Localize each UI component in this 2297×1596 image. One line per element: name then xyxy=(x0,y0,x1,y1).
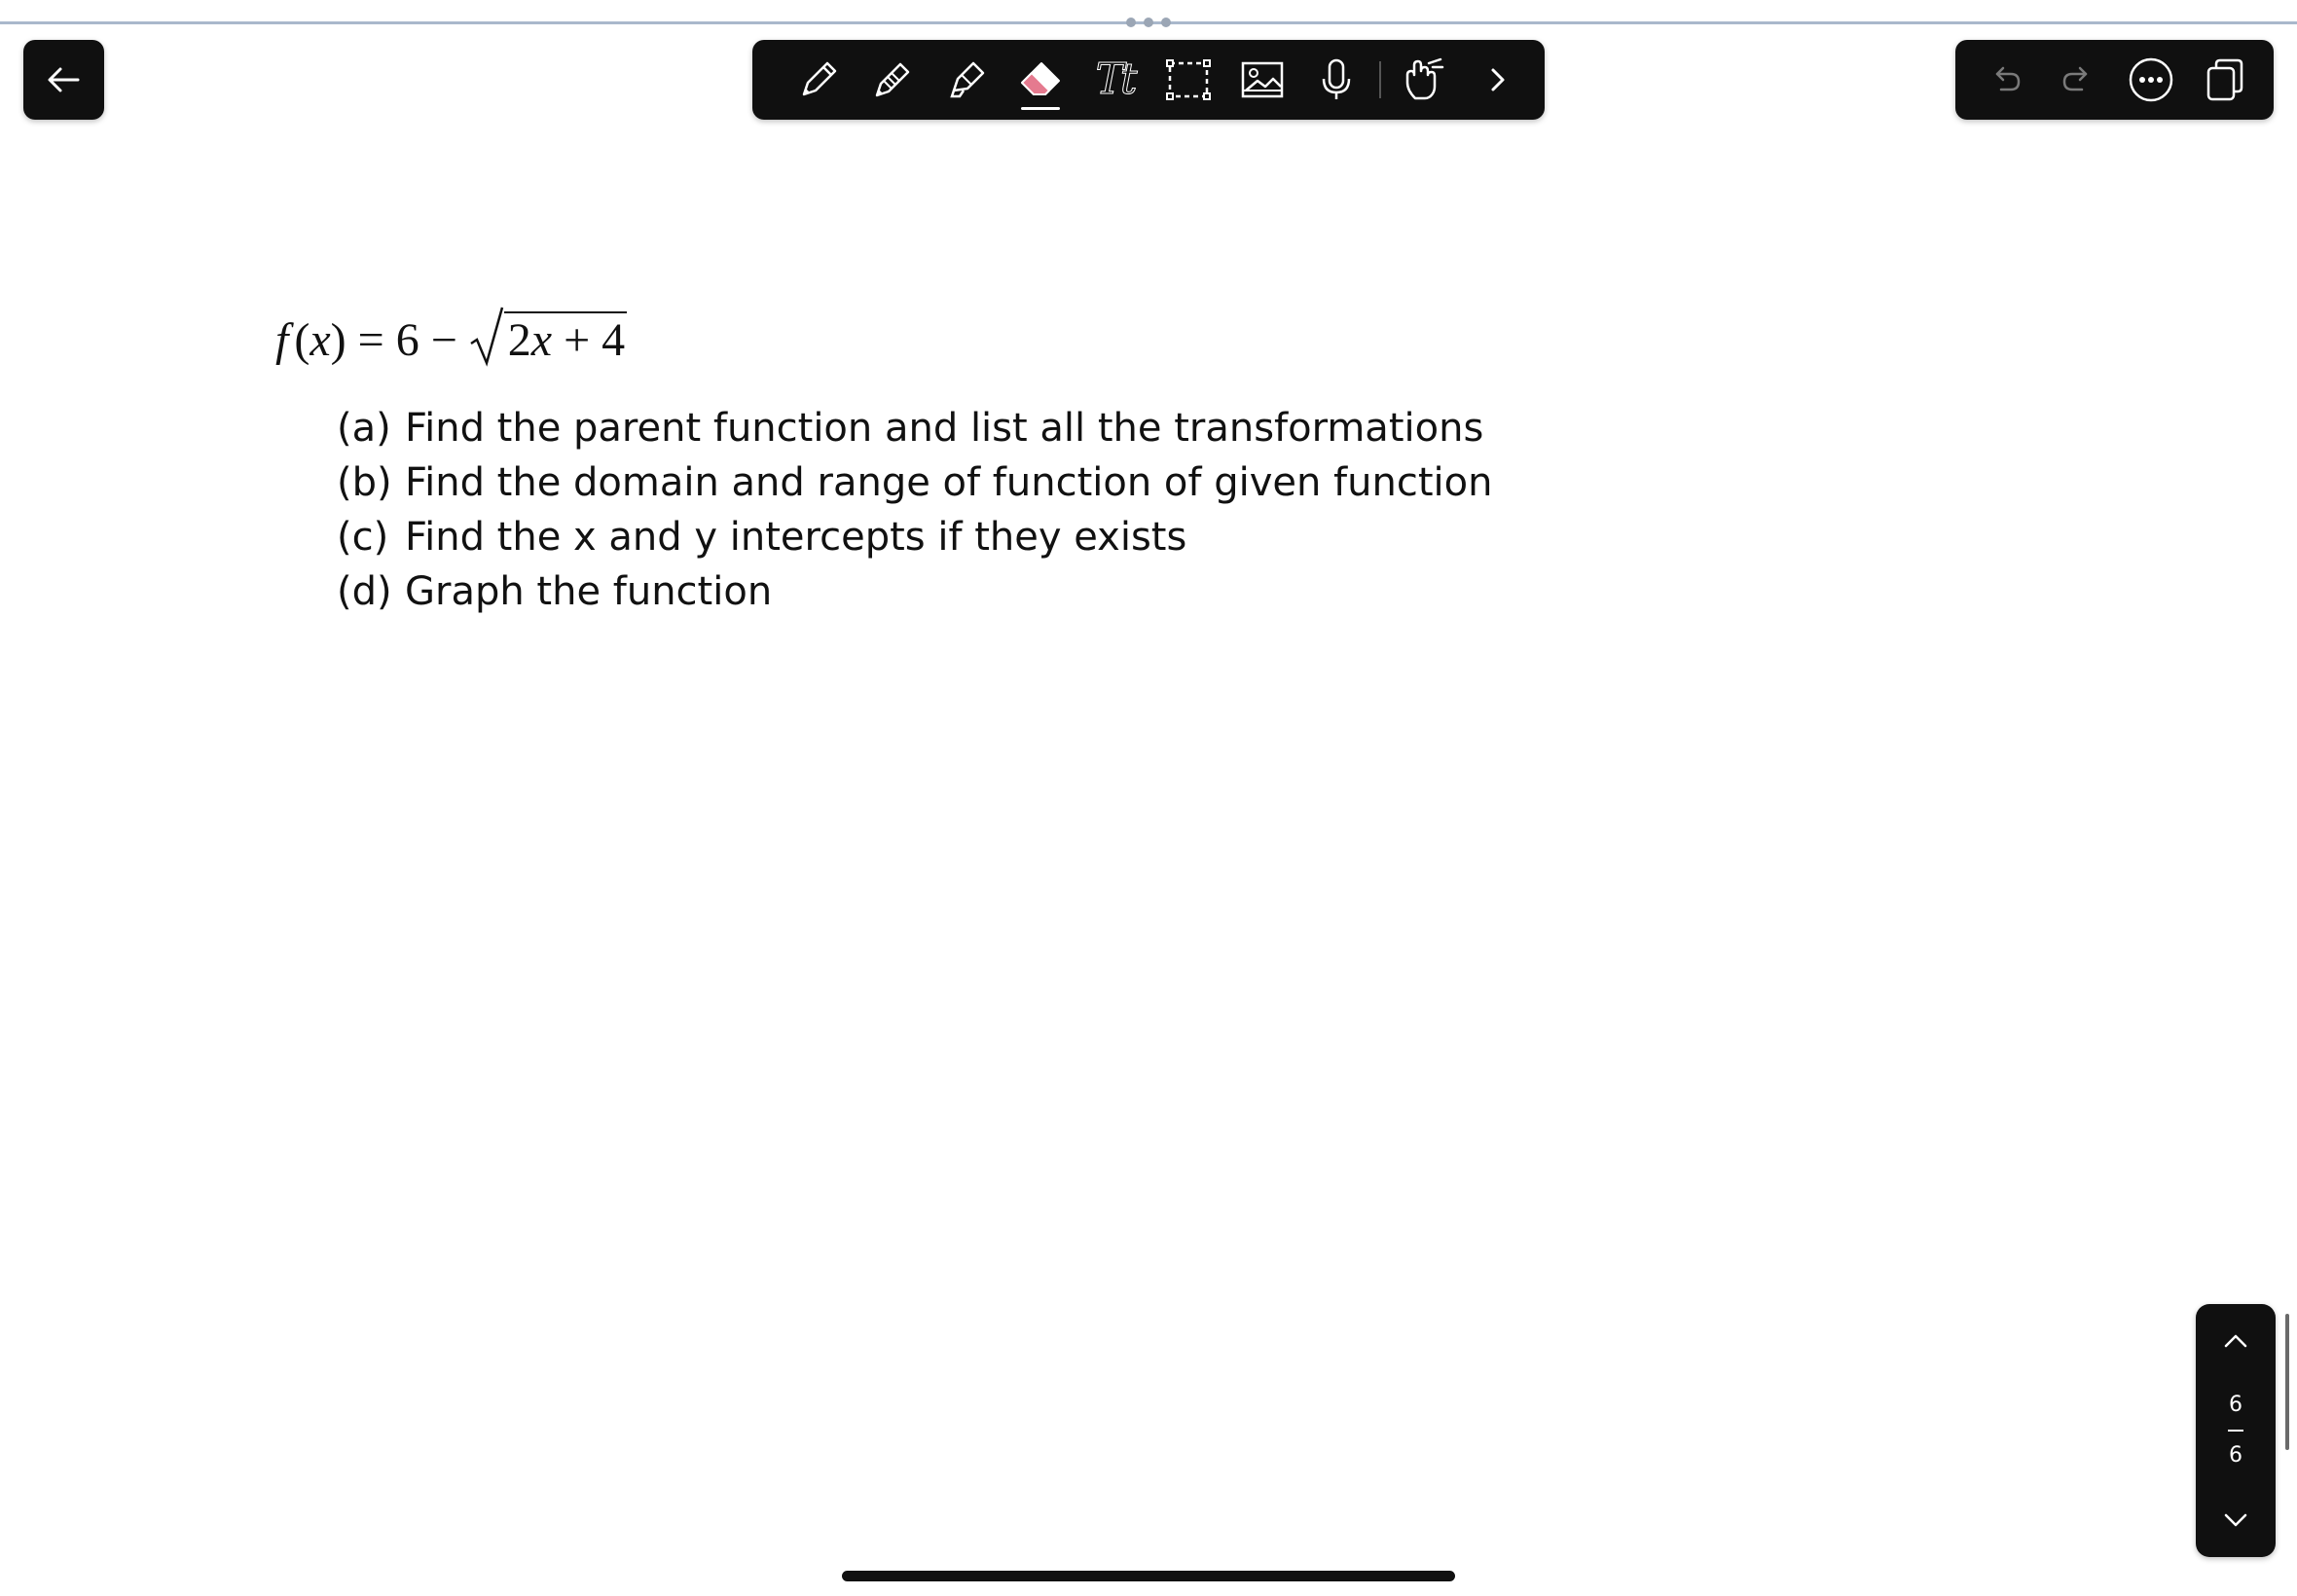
question-label: (c) xyxy=(337,515,389,560)
document-controls xyxy=(1955,40,2274,120)
current-page-number: 6 xyxy=(2229,1393,2242,1417)
microphone-icon xyxy=(1322,58,1351,99)
question-item: (c) Find the x and y intercepts if they … xyxy=(337,510,1492,564)
toolbar-divider xyxy=(1379,61,1381,98)
formula-lparen: ( xyxy=(294,314,310,366)
highlighter-tool-button[interactable] xyxy=(930,40,1003,120)
question-list: (a) Find the parent function and list al… xyxy=(337,401,1492,619)
text-tool-button[interactable]: Tt xyxy=(1077,40,1151,120)
drawing-toolbar: Tt xyxy=(752,40,1545,120)
pages-icon xyxy=(2206,58,2242,101)
notes-page: Tt f (x) = 6 − 2x + 4 (a) Find the par… xyxy=(0,0,2297,1596)
back-button[interactable] xyxy=(23,40,104,120)
home-indicator[interactable] xyxy=(842,1571,1455,1581)
question-text: Graph the function xyxy=(405,569,773,614)
chevron-down-icon xyxy=(2224,1513,2247,1527)
radicand-variable: x xyxy=(530,313,553,366)
question-label: (a) xyxy=(337,406,391,451)
pencil-tool-button[interactable] xyxy=(856,40,930,120)
vertical-scrollbar[interactable] xyxy=(2285,1314,2289,1450)
more-options-button[interactable] xyxy=(2120,49,2182,111)
question-item: (d) Graph the function xyxy=(337,564,1492,619)
pen-tool-button[interactable] xyxy=(782,40,856,120)
page-divider xyxy=(2228,1430,2243,1432)
undo-icon xyxy=(1996,66,2021,91)
formula-f: f xyxy=(275,314,289,366)
redo-button[interactable] xyxy=(2047,49,2109,111)
text-tool-icon: Tt xyxy=(1095,54,1138,104)
total-pages-number: 6 xyxy=(2229,1443,2242,1468)
question-label: (d) xyxy=(337,569,392,614)
question-text: Find the x and y intercepts if they exis… xyxy=(405,515,1187,560)
radicand-constant: + 4 xyxy=(552,313,626,366)
eraser-tool-button[interactable] xyxy=(1003,40,1077,120)
previous-page-button[interactable] xyxy=(2206,1320,2265,1362)
chevron-up-icon xyxy=(2224,1334,2247,1348)
undo-button[interactable] xyxy=(1974,49,2036,111)
pencil-icon xyxy=(875,62,910,97)
radicand-coefficient: 2 xyxy=(507,313,531,366)
microphone-tool-button[interactable] xyxy=(1299,40,1373,120)
more-dots-icon[interactable] xyxy=(1126,17,1171,28)
pages-button[interactable] xyxy=(2193,49,2255,111)
image-icon xyxy=(1241,61,1284,98)
more-tools-button[interactable] xyxy=(1461,40,1535,120)
question-text: Find the domain and range of function of… xyxy=(405,460,1493,505)
redo-icon xyxy=(2062,66,2088,91)
hand-touch-icon xyxy=(1405,57,1444,100)
eraser-icon xyxy=(1021,62,1060,95)
image-tool-button[interactable] xyxy=(1225,40,1299,120)
lasso-select-icon xyxy=(1166,59,1211,100)
chevron-right-icon xyxy=(1491,68,1505,91)
formula-x: x xyxy=(310,314,331,366)
next-page-button[interactable] xyxy=(2206,1499,2265,1542)
question-item: (a) Find the parent function and list al… xyxy=(337,401,1492,455)
formula-rparen: ) xyxy=(330,314,346,366)
question-label: (b) xyxy=(337,460,392,505)
question-text: Find the parent function and list all th… xyxy=(405,406,1484,451)
square-root: 2x + 4 xyxy=(469,307,628,367)
pen-icon xyxy=(802,61,837,96)
page-indicator: 6 6 xyxy=(2228,1391,2243,1470)
lasso-tool-button[interactable] xyxy=(1151,40,1225,120)
formula-equals: = 6 − xyxy=(346,314,469,366)
radicand: 2x + 4 xyxy=(503,310,628,367)
arrow-left-icon xyxy=(48,67,79,92)
function-formula: f ( x ) = 6 − 2x + 4 xyxy=(275,299,628,367)
hand-tool-button[interactable] xyxy=(1387,40,1461,120)
more-circle-icon xyxy=(2129,57,2173,102)
page-navigator: 6 6 xyxy=(2196,1304,2276,1557)
question-item: (b) Find the domain and range of functio… xyxy=(337,455,1492,510)
highlighter-icon xyxy=(950,61,985,98)
radical-sign-icon xyxy=(470,307,503,367)
